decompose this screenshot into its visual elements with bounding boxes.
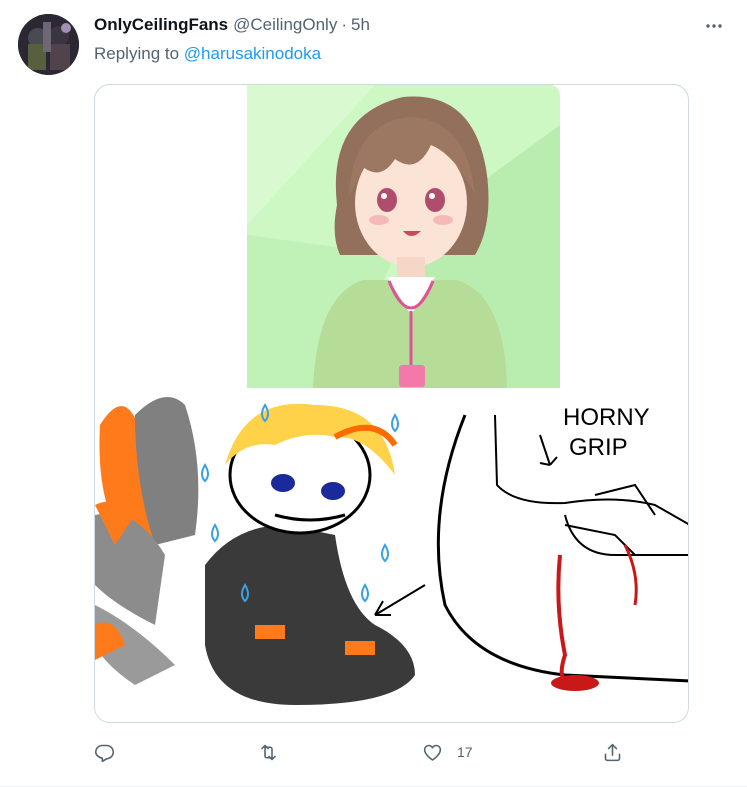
tweet-media[interactable]: HORNY GRIP <box>94 84 689 723</box>
reply-icon <box>94 744 115 762</box>
caption-horny: HORNY <box>563 404 650 431</box>
tweet[interactable]: OnlyCeilingFans @CeilingOnly · 5h Replyi… <box>0 0 747 787</box>
tweet-actions: 17 <box>94 738 694 766</box>
share-icon <box>604 743 621 761</box>
meme-drawing[interactable]: HORNY GRIP <box>95 388 689 723</box>
more-options-button[interactable] <box>703 15 725 37</box>
avatar[interactable] <box>18 14 79 75</box>
caption-grip: GRIP <box>569 434 628 461</box>
user-handle[interactable]: @CeilingOnly <box>233 15 337 35</box>
share-button[interactable] <box>602 738 623 766</box>
replying-to-line: Replying to @harusakinodoka <box>94 44 321 64</box>
replying-to-label: Replying to <box>94 44 180 63</box>
tweet-header: OnlyCeilingFans @CeilingOnly · 5h <box>94 15 370 37</box>
retweet-button[interactable] <box>258 738 279 766</box>
like-button[interactable]: 17 <box>422 738 473 766</box>
more-icon <box>706 24 722 28</box>
replying-to-mention[interactable]: @harusakinodoka <box>184 44 321 63</box>
separator-dot: · <box>341 15 347 34</box>
reply-button[interactable] <box>94 738 115 766</box>
retweet-icon <box>261 744 276 760</box>
timestamp[interactable]: 5h <box>351 15 370 35</box>
like-count: 17 <box>457 744 473 760</box>
like-icon <box>423 744 442 761</box>
anime-girl-illustration[interactable] <box>247 85 560 388</box>
display-name[interactable]: OnlyCeilingFans <box>94 15 228 35</box>
